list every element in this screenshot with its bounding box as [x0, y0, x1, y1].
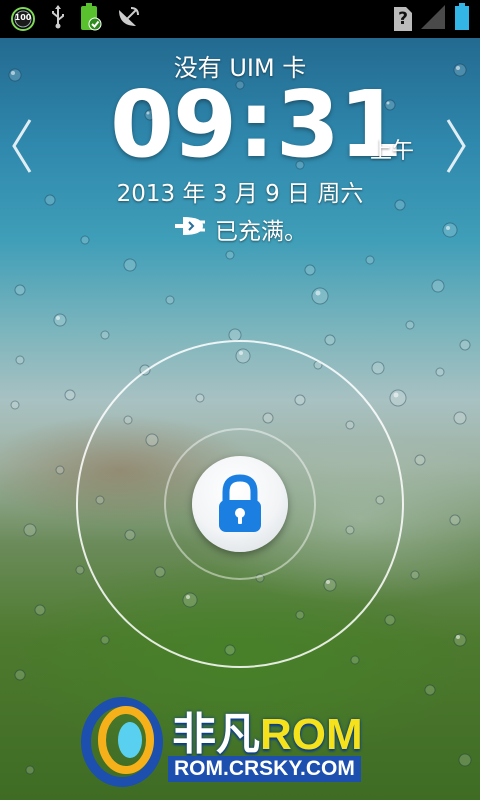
signal-bars-icon: [420, 4, 446, 34]
clock-separator: :: [238, 71, 275, 178]
clock-ampm: 上午: [370, 139, 415, 164]
watermark-title-cn: 非凡: [172, 710, 260, 759]
satellite-dish-icon: [116, 4, 142, 34]
watermark-title: 非凡ROM: [172, 698, 363, 762]
plug-icon: [173, 214, 207, 244]
date-label: 2013 年 3 月 9 日 周六: [116, 181, 364, 207]
crsky-swirl-logo: [81, 697, 163, 787]
lockscreen-background: 100 ? 没有 UIM 卡 09: 31 上午 2013 年 3 月 9 日…: [0, 0, 480, 800]
watermark-url: ROM.CRSKY.COM: [168, 756, 361, 782]
watermark-title-rom: ROM: [260, 710, 363, 759]
no-sim-icon: ?: [394, 7, 412, 31]
battery-charged-icon: [80, 3, 102, 35]
charging-status-label: 已充满。: [215, 219, 307, 245]
no-sim-glyph: ?: [398, 9, 408, 29]
chevron-left-icon[interactable]: [10, 118, 34, 174]
chevron-right-icon[interactable]: [444, 118, 468, 174]
status-bar: 100 ?: [0, 0, 480, 38]
padlock-icon: [219, 474, 261, 532]
battery-saver-badge-text: 100: [14, 13, 32, 22]
battery-icon: [454, 3, 470, 35]
usb-icon: [50, 5, 66, 33]
clock-hours: 09: [110, 71, 237, 178]
clock: 09 : 31: [110, 71, 403, 178]
unlock-handle[interactable]: [192, 456, 288, 552]
watermark-logo: 非凡ROM ROM.CRSKY.COM: [80, 690, 400, 790]
charging-status: 已充满。: [0, 212, 480, 246]
battery-saver-100-icon: 100: [10, 6, 36, 32]
